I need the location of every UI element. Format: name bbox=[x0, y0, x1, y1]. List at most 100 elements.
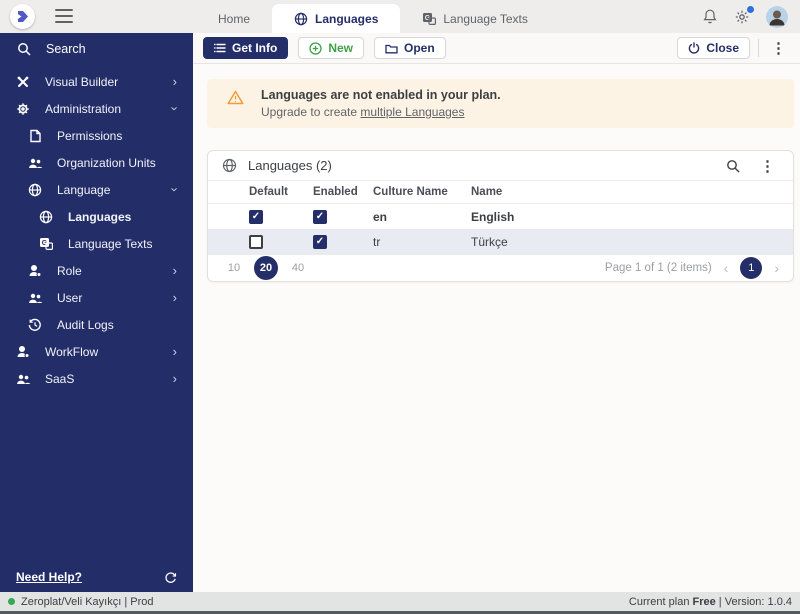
document-icon bbox=[27, 129, 43, 143]
table-row[interactable]: en English bbox=[208, 204, 793, 229]
toolbar-right: Close ⋮ bbox=[677, 37, 790, 59]
app-logo[interactable] bbox=[10, 4, 35, 29]
sidebar-item-audit-logs[interactable]: Audit Logs bbox=[0, 311, 193, 338]
default-checkbox[interactable] bbox=[249, 209, 263, 224]
translate-icon: G bbox=[38, 237, 54, 251]
sidebar-item-label: User bbox=[57, 290, 83, 305]
banner-body-prefix: Upgrade to create bbox=[261, 105, 361, 119]
sidebar-item-languages[interactable]: Languages bbox=[0, 203, 193, 230]
card-header-actions: ⋮ bbox=[726, 157, 779, 175]
tab-language-texts[interactable]: G Language Texts bbox=[400, 4, 550, 33]
sidebar-item-permissions[interactable]: Permissions bbox=[0, 122, 193, 149]
page-size-selector: 10 20 40 bbox=[222, 256, 310, 280]
plan-warning-banner: Languages are not enabled in your plan. … bbox=[207, 79, 794, 128]
tab-label: Language Texts bbox=[443, 11, 528, 26]
refresh-icon[interactable] bbox=[164, 571, 177, 584]
globe-icon bbox=[294, 12, 308, 26]
new-button[interactable]: New bbox=[298, 37, 365, 59]
tab-bar: Home Languages G Language Texts bbox=[196, 4, 550, 33]
tab-home[interactable]: Home bbox=[196, 4, 272, 33]
translate-icon: G bbox=[422, 12, 437, 26]
plan-name: Free bbox=[692, 595, 716, 608]
default-checkbox[interactable] bbox=[249, 234, 263, 249]
connection-status-dot bbox=[8, 598, 15, 605]
close-button[interactable]: Close bbox=[677, 37, 750, 59]
sidebar-item-workflow[interactable]: WorkFlow › bbox=[0, 338, 193, 365]
sidebar-item-language-texts[interactable]: G Language Texts bbox=[0, 230, 193, 257]
sidebar-item-label: Administration bbox=[45, 101, 122, 116]
enabled-checkbox[interactable] bbox=[313, 234, 327, 249]
people-icon bbox=[15, 373, 31, 385]
need-help-link[interactable]: Need Help? bbox=[16, 570, 82, 584]
open-button[interactable]: Open bbox=[374, 37, 446, 59]
open-label: Open bbox=[404, 41, 435, 55]
people-icon bbox=[27, 157, 43, 169]
version-label: | Version: 1.0.4 bbox=[715, 595, 792, 608]
page-size-40[interactable]: 40 bbox=[286, 256, 310, 280]
sidebar-search[interactable]: Search bbox=[0, 33, 193, 64]
svg-text:G: G bbox=[42, 240, 48, 247]
app-window: Home Languages G Language Texts Search V… bbox=[0, 0, 800, 614]
plan-prefix: Current plan bbox=[628, 595, 693, 608]
culture-name-cell: en bbox=[373, 209, 388, 224]
sidebar-item-label: Languages bbox=[68, 209, 132, 224]
sidebar-item-administration[interactable]: Administration › bbox=[0, 95, 193, 122]
avatar[interactable] bbox=[766, 5, 788, 28]
bell-icon[interactable] bbox=[702, 8, 718, 25]
close-label: Close bbox=[706, 41, 739, 55]
table-row[interactable]: tr Türkçe bbox=[208, 229, 793, 254]
page-1-button[interactable]: 1 bbox=[740, 257, 763, 279]
card-header: Languages (2) ⋮ bbox=[208, 151, 793, 180]
next-page-icon[interactable]: › bbox=[774, 260, 779, 276]
gear-icon[interactable] bbox=[734, 5, 754, 25]
page-info: Page 1 of 1 (2 items) bbox=[604, 262, 712, 274]
card-title: Languages (2) bbox=[248, 158, 332, 173]
tab-languages[interactable]: Languages bbox=[272, 4, 401, 33]
get-info-button[interactable]: Get Info bbox=[203, 37, 289, 59]
prev-page-icon[interactable]: ‹ bbox=[724, 260, 729, 276]
globe-icon bbox=[27, 183, 43, 197]
sidebar-item-role[interactable]: Role › bbox=[0, 257, 193, 284]
sidebar-item-label: SaaS bbox=[45, 371, 75, 386]
table-footer: 10 20 40 Page 1 of 1 (2 items) ‹ 1 › bbox=[208, 254, 793, 281]
globe-icon bbox=[222, 158, 237, 173]
banner-subtitle: Upgrade to create multiple Languages bbox=[261, 105, 501, 119]
pagination: Page 1 of 1 (2 items) ‹ 1 › bbox=[605, 257, 779, 279]
notification-dot bbox=[747, 5, 754, 13]
name-cell: English bbox=[471, 209, 515, 224]
search-icon[interactable] bbox=[726, 159, 740, 173]
kebab-menu-icon[interactable]: ⋮ bbox=[767, 39, 790, 57]
chevron-right-icon: › bbox=[172, 74, 177, 89]
sidebar-item-saas[interactable]: SaaS › bbox=[0, 365, 193, 392]
tenant-user-label: Zeroplat/Veli Kayıkçı | Prod bbox=[21, 595, 154, 608]
tools-icon bbox=[15, 75, 31, 89]
chevron-right-icon: › bbox=[172, 263, 177, 278]
tab-label: Home bbox=[218, 11, 251, 26]
globe-icon bbox=[38, 210, 54, 224]
sidebar-item-label: Organization Units bbox=[57, 155, 156, 170]
sidebar-item-user[interactable]: User › bbox=[0, 284, 193, 311]
column-default: Default bbox=[249, 186, 288, 198]
name-cell: Türkçe bbox=[471, 234, 508, 249]
power-icon bbox=[688, 42, 700, 54]
sidebar-item-visual-builder[interactable]: Visual Builder › bbox=[0, 68, 193, 95]
new-label: New bbox=[328, 41, 354, 55]
list-icon bbox=[214, 43, 226, 53]
history-icon bbox=[27, 318, 43, 332]
people-icon bbox=[27, 292, 43, 304]
card-kebab-menu-icon[interactable]: ⋮ bbox=[756, 157, 779, 175]
warning-icon bbox=[227, 90, 244, 119]
page-size-20[interactable]: 20 bbox=[254, 256, 278, 280]
tab-label: Languages bbox=[315, 11, 379, 26]
header-actions bbox=[702, 0, 788, 33]
column-enabled: Enabled bbox=[313, 186, 358, 198]
sidebar-item-label: Language bbox=[57, 182, 111, 197]
sidebar-item-language[interactable]: Language › bbox=[0, 176, 193, 203]
sidebar-item-organization-units[interactable]: Organization Units bbox=[0, 149, 193, 176]
logo-icon bbox=[18, 11, 28, 22]
upgrade-link[interactable]: multiple Languages bbox=[360, 105, 464, 119]
menu-toggle-button[interactable] bbox=[55, 9, 73, 23]
page-size-10[interactable]: 10 bbox=[222, 256, 246, 280]
folder-icon bbox=[385, 43, 398, 54]
enabled-checkbox[interactable] bbox=[313, 209, 327, 224]
